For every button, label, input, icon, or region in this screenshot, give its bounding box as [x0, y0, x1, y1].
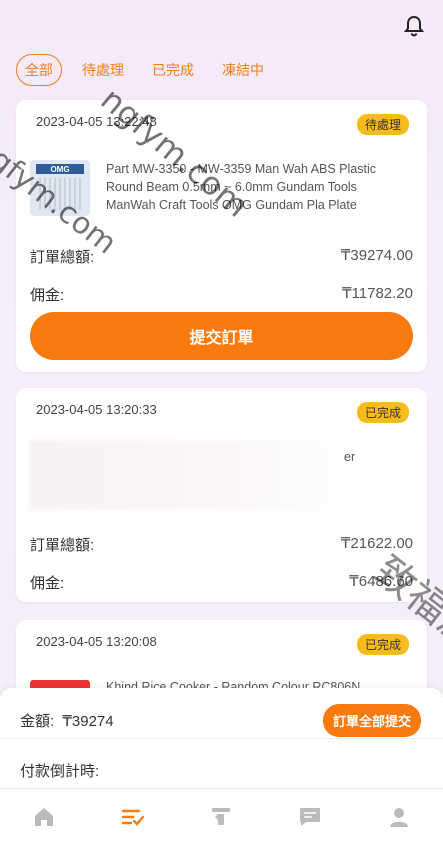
divider	[0, 738, 443, 739]
commission-row: 佣金: ₸11782.20	[30, 284, 413, 305]
user-icon[interactable]	[379, 797, 419, 837]
bell-icon[interactable]	[403, 14, 425, 38]
product-title: er	[344, 450, 356, 464]
submit-order-button[interactable]: 提交訂單	[30, 312, 413, 360]
commission-value: ₸6486.60	[349, 573, 413, 590]
order-card: 2023-04-05 13:22:48 待處理 OMG Part MW-3350…	[16, 100, 427, 372]
orders-icon[interactable]	[113, 797, 153, 837]
commission-label: 佣金:	[30, 575, 65, 592]
order-time: 2023-04-05 13:20:08	[36, 634, 157, 649]
order-time: 2023-04-05 13:22:48	[36, 114, 157, 129]
tab-all[interactable]: 全部	[16, 54, 62, 86]
order-total-row: 訂單總額: ₸21622.00	[30, 534, 413, 555]
bottom-nav	[0, 788, 443, 845]
order-total-value: ₸21622.00	[340, 535, 413, 552]
product-title: Part MW-3350 - MW-3359 Man Wah ABS Plast…	[106, 162, 377, 212]
withdraw-icon[interactable]	[201, 797, 241, 837]
order-total-label: 訂單總額:	[30, 249, 95, 266]
submit-all-button[interactable]: 訂單全部提交	[322, 704, 421, 737]
product-blurred-area	[30, 440, 367, 510]
order-total-row: 訂單總額: ₸39274.00	[30, 246, 413, 267]
commission-label: 佣金:	[30, 287, 65, 304]
order-total-label: 訂單總額:	[30, 537, 95, 554]
order-total-value: ₸39274.00	[340, 247, 413, 264]
status-badge: 已完成	[356, 634, 409, 655]
amount-value: ₸39274	[62, 713, 114, 730]
summary-amount: 金額: ₸39274	[20, 710, 114, 731]
status-badge: 已完成	[356, 402, 409, 423]
payment-countdown-label: 付款倒計時:	[20, 763, 100, 780]
message-icon[interactable]	[290, 797, 330, 837]
order-status-tabs: 全部 待處理 已完成 凍結中	[16, 54, 272, 86]
tab-completed[interactable]: 已完成	[144, 55, 202, 85]
amount-label: 金額:	[20, 713, 55, 730]
order-card: 2023-04-05 13:20:33 已完成 er 訂單總額: ₸21622.…	[16, 388, 427, 602]
commission-value: ₸11782.20	[342, 285, 413, 302]
tab-frozen[interactable]: 凍結中	[214, 55, 272, 85]
order-time: 2023-04-05 13:20:33	[36, 402, 157, 417]
tab-pending[interactable]: 待處理	[74, 55, 132, 85]
status-badge: 待處理	[356, 114, 409, 135]
thumb-brand-text: OMG	[50, 165, 69, 174]
home-icon[interactable]	[24, 797, 64, 837]
product-thumbnail: OMG	[30, 160, 90, 216]
order-summary-bar: 金額: ₸39274 訂單全部提交 付款倒計時:	[0, 688, 443, 788]
commission-row: 佣金: ₸6486.60	[30, 572, 413, 593]
